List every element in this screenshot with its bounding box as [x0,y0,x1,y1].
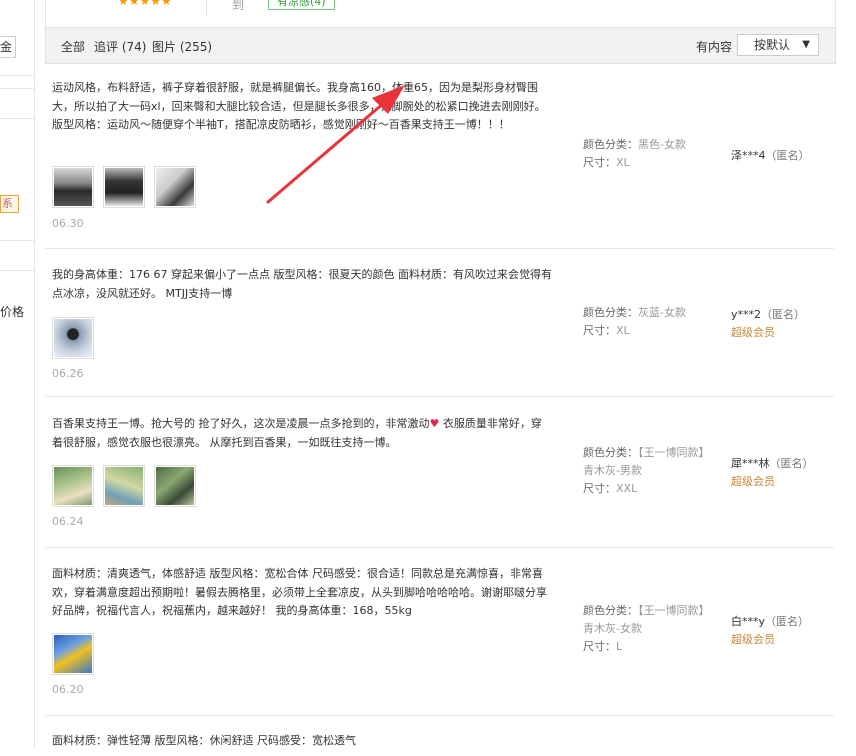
review-sku: 颜色分类：灰蓝-女款 尺寸：XL [583,304,713,340]
sku-size-value: XXL [616,482,638,495]
sku-color-label: 颜色分类： [583,446,638,459]
review-text: 运动风格，布料舒适，裤子穿着很舒服，就是裤腿偏长。我身高160，体重65，因为是… [52,81,546,131]
sku-color-label: 颜色分类： [583,306,638,319]
review-photo-thumb[interactable] [52,317,94,359]
review-sku: 颜色分类：黑色-女款 尺寸：XL [583,136,713,172]
review-sku: 颜色分类：【王一博同款】青木灰-男款 尺寸：XXL [583,444,713,498]
review-date: 06.30 [52,217,84,230]
left-partial-button-label: 金 [0,40,13,54]
review-item: 百香果支持王一博。抢大号的 抢了好久，这次是凌晨一点多抢到的，非常激动♥ 衣服质… [45,397,834,548]
review-text: 我的身高体重：176 67 穿起来偏小了一点点 版型风格：很夏天的颜色 面料材质… [52,268,552,300]
filter-all[interactable]: 全部 [61,38,85,55]
review-photo-thumb[interactable] [103,465,145,507]
review-photos [52,166,196,208]
review-photo-thumb[interactable] [154,465,196,507]
left-divider [0,88,34,89]
reviewer-info: 犀***林（匿名） 超级会员 [731,455,814,491]
reviewer-anonymous-tag: （匿名） [769,457,814,470]
heart-icon: ♥ [429,417,440,430]
reviewer-name: y***2 [731,308,762,321]
review-item: 我的身高体重：176 67 穿起来偏小了一点点 版型风格：很夏天的颜色 面料材质… [45,249,834,397]
review-photo-thumb[interactable] [52,465,94,507]
reviewer-anonymous-tag: （匿名） [765,615,810,628]
left-divider [0,270,34,271]
reviewer-name: 犀***林 [731,457,770,470]
review-photos [52,633,94,675]
sku-size-label: 尺寸： [583,156,616,169]
sku-size-value: XL [616,324,630,337]
review-photos [52,317,94,359]
summary-divider [206,0,207,16]
reviewer-info: 泽***4（匿名） [731,147,810,165]
left-partial-button[interactable]: 金 [0,36,17,58]
sku-color-value: 灰蓝-女款 [638,306,686,319]
sku-size-value: L [616,640,623,653]
review-photo-thumb[interactable] [154,166,196,208]
sku-size-label: 尺寸： [583,324,616,337]
sku-color-value: 黑色-女款 [638,138,686,151]
filter-followup[interactable]: 追评 (74) [94,38,146,55]
review-photo-thumb[interactable] [52,166,94,208]
review-filter-bar: 全部 追评 (74) 图片 (255) 有内容 按默认 ▼ [45,27,836,64]
left-divider [0,240,34,241]
reviewer-info: 白***y（匿名） 超级会员 [731,613,809,649]
rating-summary-box: ★★★★★ 到 有凉感(4) [45,0,836,28]
left-sidebar-strip: 金 系 价格 [0,0,35,749]
reviewer-anonymous-tag: （匿名） [761,308,806,321]
review-text: 面料材质：清爽透气，体感舒适 版型风格：宽松合体 尺码感受：很合适！同款总是充满… [52,567,547,617]
review-photos [52,465,196,507]
vip-badge: 超级会员 [731,475,775,488]
left-divider [0,75,34,76]
has-content-checkbox-label[interactable]: 有内容 [696,38,732,55]
sku-color-label: 颜色分类： [583,138,638,151]
sku-size-label: 尺寸： [583,640,616,653]
sku-size-value: XL [616,156,630,169]
left-divider [0,118,34,119]
review-date: 06.24 [52,515,84,528]
sku-size-label: 尺寸： [583,482,616,495]
reviewer-anonymous-tag: （匿名） [765,149,810,162]
reviewer-name: 泽***4 [731,149,766,162]
vip-badge: 超级会员 [731,633,775,646]
left-partial-tag: 系 [0,195,19,213]
reviewer-name: 白***y [731,615,766,628]
review-date: 06.26 [52,367,84,380]
review-text-part: 百香果支持王一博。抢大号的 抢了好久，这次是凌晨一点多抢到的，非常激动 [52,417,430,430]
filter-pictures[interactable]: 图片 (255) [152,38,212,55]
review-item: 面料材质：弹性轻薄 版型风格：休闲舒适 尺码感受：宽松透气 [45,716,834,756]
sort-select[interactable]: 按默认 ▼ [737,34,819,56]
review-item: 面料材质：清爽透气，体感舒适 版型风格：宽松合体 尺码感受：很合适！同款总是充满… [45,548,834,716]
sku-color-label: 颜色分类： [583,604,638,617]
summary-text: 到 [232,0,245,12]
left-partial-text: 价格 [0,305,25,319]
review-text: 百香果支持王一博。抢大号的 抢了好久，这次是凌晨一点多抢到的，非常激动♥ 衣服质… [52,415,552,452]
chevron-down-icon: ▼ [802,39,810,50]
review-photo-thumb[interactable] [103,166,145,208]
sort-select-value: 按默认 [754,38,791,52]
impression-tag[interactable]: 有凉感(4) [268,0,335,10]
review-date: 06.20 [52,683,84,696]
rating-stars: ★★★★★ [118,0,172,8]
review-sku: 颜色分类：【王一博同款】青木灰-女款 尺寸：L [583,602,713,656]
review-text: 面料材质：弹性轻薄 版型风格：休闲舒适 尺码感受：宽松透气 [52,734,356,747]
reviewer-info: y***2（匿名） 超级会员 [731,306,805,342]
vip-badge: 超级会员 [731,326,775,339]
review-item: 运动风格，布料舒适，裤子穿着很舒服，就是裤腿偏长。我身高160，体重65，因为是… [45,63,834,249]
review-photo-thumb[interactable] [52,633,94,675]
